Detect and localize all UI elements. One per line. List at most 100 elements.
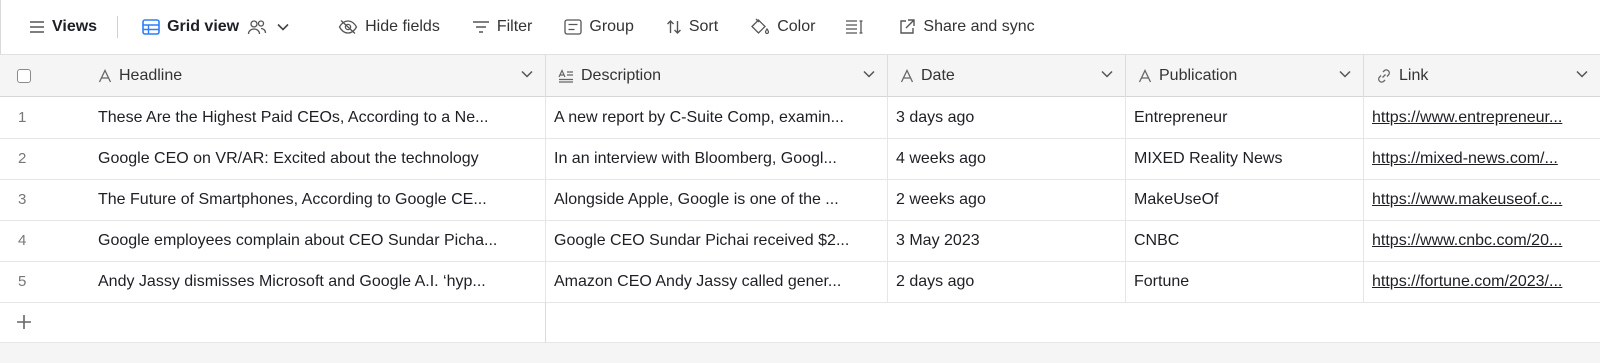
table-row[interactable]: 4 Google employees complain about CEO Sun… [0, 220, 1600, 262]
cell-text: A new report by C-Suite Comp, examin... [554, 108, 844, 126]
cell-text: MakeUseOf [1134, 190, 1219, 208]
chevron-down-icon[interactable] [1576, 70, 1588, 78]
cell-description[interactable]: Google CEO Sundar Pichai received $2... [546, 220, 888, 261]
column-header-description[interactable]: Description [546, 55, 888, 97]
grid-icon [142, 19, 160, 35]
paint-bucket-icon [751, 18, 770, 35]
table-row[interactable]: 1 These Are the Highest Paid CEOs, Accord… [0, 97, 1600, 139]
cell-text: 3 May 2023 [896, 231, 980, 249]
views-button[interactable]: Views [21, 12, 105, 42]
cell-description[interactable]: In an interview with Bloomberg, Googl... [546, 138, 888, 179]
grid-view-button[interactable]: Grid view [134, 12, 304, 42]
external-link-icon [900, 19, 916, 34]
cell-date[interactable]: 4 weeks ago [888, 138, 1126, 179]
cell-publication[interactable]: MIXED Reality News [1126, 138, 1364, 179]
cell-link[interactable]: https://www.cnbc.com/20... [1364, 220, 1600, 261]
group-icon [564, 19, 583, 35]
cell-link[interactable]: https://mixed-news.com/... [1364, 138, 1600, 179]
chevron-down-icon[interactable] [863, 70, 875, 78]
column-header-publication[interactable]: Publication [1126, 55, 1364, 97]
cell-description[interactable]: Alongside Apple, Google is one of the ..… [546, 179, 888, 220]
cell-text: 4 weeks ago [896, 149, 986, 167]
cell-publication[interactable]: Entrepreneur [1126, 97, 1364, 138]
collaborators-icon [247, 20, 267, 35]
cell-headline[interactable]: Google employees complain about CEO Sund… [86, 220, 546, 261]
cell-text: 3 days ago [896, 108, 975, 126]
chevron-down-icon[interactable] [521, 70, 533, 78]
eye-slash-icon [338, 20, 358, 34]
chevron-down-icon[interactable] [1101, 70, 1113, 78]
cell-text: Google CEO Sundar Pichai received $2... [554, 231, 850, 249]
cell-date[interactable]: 2 days ago [888, 261, 1126, 302]
text-icon [98, 69, 112, 83]
cell-text: 2 weeks ago [896, 190, 986, 208]
cell-text: Entrepreneur [1134, 108, 1228, 126]
link-url[interactable]: https://mixed-news.com/... [1372, 150, 1600, 168]
cell-text: Google employees complain about CEO Sund… [98, 231, 498, 249]
share-and-sync-label: Share and sync [923, 18, 1035, 35]
plus-icon[interactable] [14, 312, 34, 332]
table-row[interactable]: 2 Google CEO on VR/AR: Excited about the … [0, 138, 1600, 180]
column-header-date[interactable]: Date [888, 55, 1126, 97]
row-height-button[interactable] [837, 12, 880, 42]
cell-text: These Are the Highest Paid CEOs, Accordi… [98, 108, 489, 126]
link-url[interactable]: https://www.entrepreneur... [1372, 109, 1600, 127]
column-header-label: Link [1399, 67, 1429, 84]
select-all-checkbox[interactable] [17, 69, 31, 83]
color-label: Color [777, 18, 816, 35]
cell-headline[interactable]: Andy Jassy dismisses Microsoft and Googl… [86, 261, 546, 302]
cell-text: In an interview with Bloomberg, Googl... [554, 149, 837, 167]
cell-description[interactable]: Amazon CEO Andy Jassy called gener... [546, 261, 888, 302]
hamburger-icon [30, 21, 44, 33]
grid-view-label: Grid view [167, 18, 240, 35]
table-row[interactable]: 3 The Future of Smartphones, According to… [0, 179, 1600, 221]
cell-headline[interactable]: Google CEO on VR/AR: Excited about the t… [86, 138, 546, 179]
column-header-link[interactable]: Link [1364, 55, 1600, 97]
cell-publication[interactable]: Fortune [1126, 261, 1364, 302]
cell-text: Google CEO on VR/AR: Excited about the t… [98, 149, 479, 167]
cell-date[interactable]: 3 May 2023 [888, 220, 1126, 261]
table-row[interactable]: 5 Andy Jassy dismisses Microsoft and Goog… [0, 261, 1600, 303]
cell-text: Fortune [1134, 272, 1190, 290]
text-icon [1138, 69, 1152, 83]
link-url[interactable]: https://fortune.com/2023/... [1372, 273, 1600, 291]
row-number: 2 [18, 150, 27, 167]
cell-link[interactable]: https://www.makeuseof.c... [1364, 179, 1600, 220]
cell-date[interactable]: 3 days ago [888, 97, 1126, 138]
hide-fields-label: Hide fields [365, 18, 440, 35]
link-url[interactable]: https://www.makeuseof.c... [1372, 191, 1600, 209]
color-button[interactable]: Color [742, 12, 823, 42]
long-text-icon [558, 69, 573, 83]
cell-text: Alongside Apple, Google is one of the ..… [554, 190, 839, 208]
sort-button[interactable]: Sort [658, 12, 726, 42]
chevron-down-icon[interactable] [1339, 70, 1351, 78]
cell-text: CNBC [1134, 231, 1180, 249]
cell-headline[interactable]: These Are the Highest Paid CEOs, Accordi… [86, 97, 546, 138]
group-label: Group [589, 18, 634, 35]
column-header-label: Publication [1159, 67, 1238, 84]
share-and-sync-button[interactable]: Share and sync [890, 12, 1042, 42]
column-header-headline[interactable]: Headline [86, 55, 546, 97]
hide-fields-button[interactable]: Hide fields [330, 12, 448, 42]
cell-publication[interactable]: MakeUseOf [1126, 179, 1364, 220]
cell-text: Andy Jassy dismisses Microsoft and Googl… [98, 272, 486, 290]
link-url[interactable]: https://www.cnbc.com/20... [1372, 232, 1600, 250]
cell-publication[interactable]: CNBC [1126, 220, 1364, 261]
group-button[interactable]: Group [556, 12, 641, 42]
row-number: 3 [18, 191, 27, 208]
filter-icon [472, 21, 489, 33]
chevron-down-icon [277, 23, 289, 31]
cell-description[interactable]: A new report by C-Suite Comp, examin... [546, 97, 888, 138]
link-icon [1378, 69, 1390, 83]
cell-date[interactable]: 2 weeks ago [888, 179, 1126, 220]
cell-headline[interactable]: The Future of Smartphones, According to … [86, 179, 546, 220]
summary-bar [0, 343, 1600, 363]
cell-link[interactable]: https://www.entrepreneur... [1364, 97, 1600, 138]
add-row-area [0, 302, 1600, 343]
cell-link[interactable]: https://fortune.com/2023/... [1364, 261, 1600, 302]
sort-icon [666, 20, 681, 34]
filter-button[interactable]: Filter [464, 12, 541, 42]
select-all-cell [0, 55, 86, 97]
column-header-label: Description [581, 67, 662, 84]
filter-label: Filter [496, 18, 533, 35]
